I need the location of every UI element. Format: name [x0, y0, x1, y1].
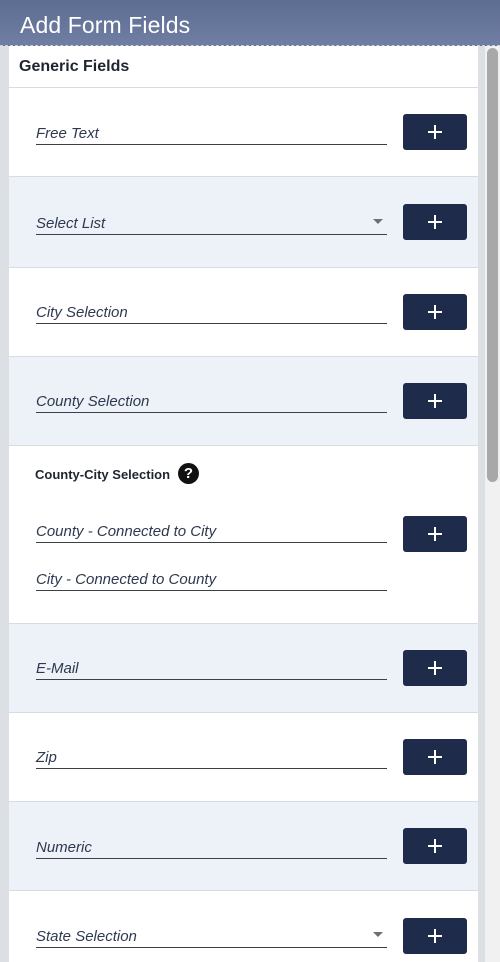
field-row-state-selection: State Selection — [9, 891, 478, 962]
county-selection-field[interactable]: County Selection — [36, 390, 387, 413]
field-row-zip: Zip — [9, 713, 478, 802]
add-city-selection-button[interactable] — [403, 294, 467, 330]
scrollbar-thumb[interactable] — [487, 48, 498, 482]
field-row-city-selection: City Selection — [9, 268, 478, 357]
question-circle-icon[interactable]: ? — [178, 463, 199, 484]
page-title: Add Form Fields — [20, 12, 191, 38]
add-free-text-button[interactable] — [403, 114, 467, 150]
field-label: E-Mail — [36, 660, 79, 677]
field-label: State Selection — [36, 928, 137, 945]
field-label: Free Text — [36, 125, 99, 142]
section-title: Generic Fields — [19, 58, 130, 75]
field-row-select-list: Select List — [9, 177, 478, 268]
field-row-county-city-selection: County-City Selection ? County - Connect… — [9, 446, 478, 624]
field-label: County - Connected to City — [36, 523, 217, 540]
select-list-field[interactable]: Select List — [36, 212, 387, 235]
fields-panel: Generic Fields Free Text Select List Cit… — [9, 46, 478, 962]
group-title: County-City Selection — [35, 467, 171, 482]
zip-field[interactable]: Zip — [36, 746, 387, 769]
add-state-selection-button[interactable] — [403, 918, 467, 954]
scrollbar[interactable] — [485, 46, 500, 962]
add-county-selection-button[interactable] — [403, 383, 467, 419]
field-row-email: E-Mail — [9, 624, 478, 713]
field-label: Zip — [36, 749, 57, 766]
state-selection-field[interactable]: State Selection — [36, 925, 387, 948]
add-zip-button[interactable] — [403, 739, 467, 775]
plus-icon — [428, 305, 442, 319]
field-row-county-selection: County Selection — [9, 357, 478, 446]
city-selection-field[interactable]: City Selection — [36, 301, 387, 324]
add-numeric-button[interactable] — [403, 828, 467, 864]
plus-icon — [428, 661, 442, 675]
field-label: City - Connected to County — [36, 571, 217, 588]
field-label: Numeric — [36, 839, 92, 856]
free-text-field[interactable]: Free Text — [36, 122, 387, 145]
plus-icon — [428, 394, 442, 408]
field-label: Select List — [36, 215, 106, 232]
plus-icon — [428, 839, 442, 853]
header-bar: Add Form Fields — [0, 0, 500, 46]
add-email-button[interactable] — [403, 650, 467, 686]
city-connected-field[interactable]: City - Connected to County — [36, 568, 387, 591]
caret-down-icon — [373, 932, 383, 937]
county-connected-field[interactable]: County - Connected to City — [36, 520, 387, 543]
add-select-list-button[interactable] — [403, 204, 467, 240]
email-field[interactable]: E-Mail — [36, 657, 387, 680]
field-row-free-text: Free Text — [9, 88, 478, 177]
add-county-city-button[interactable] — [403, 516, 467, 552]
field-label: City Selection — [36, 304, 128, 321]
numeric-field[interactable]: Numeric — [36, 836, 387, 859]
plus-icon — [428, 750, 442, 764]
plus-icon — [428, 215, 442, 229]
field-label: County Selection — [36, 393, 150, 410]
plus-icon — [428, 527, 442, 541]
plus-icon — [428, 929, 442, 943]
caret-down-icon — [373, 219, 383, 224]
plus-icon — [428, 125, 442, 139]
field-row-numeric: Numeric — [9, 802, 478, 891]
